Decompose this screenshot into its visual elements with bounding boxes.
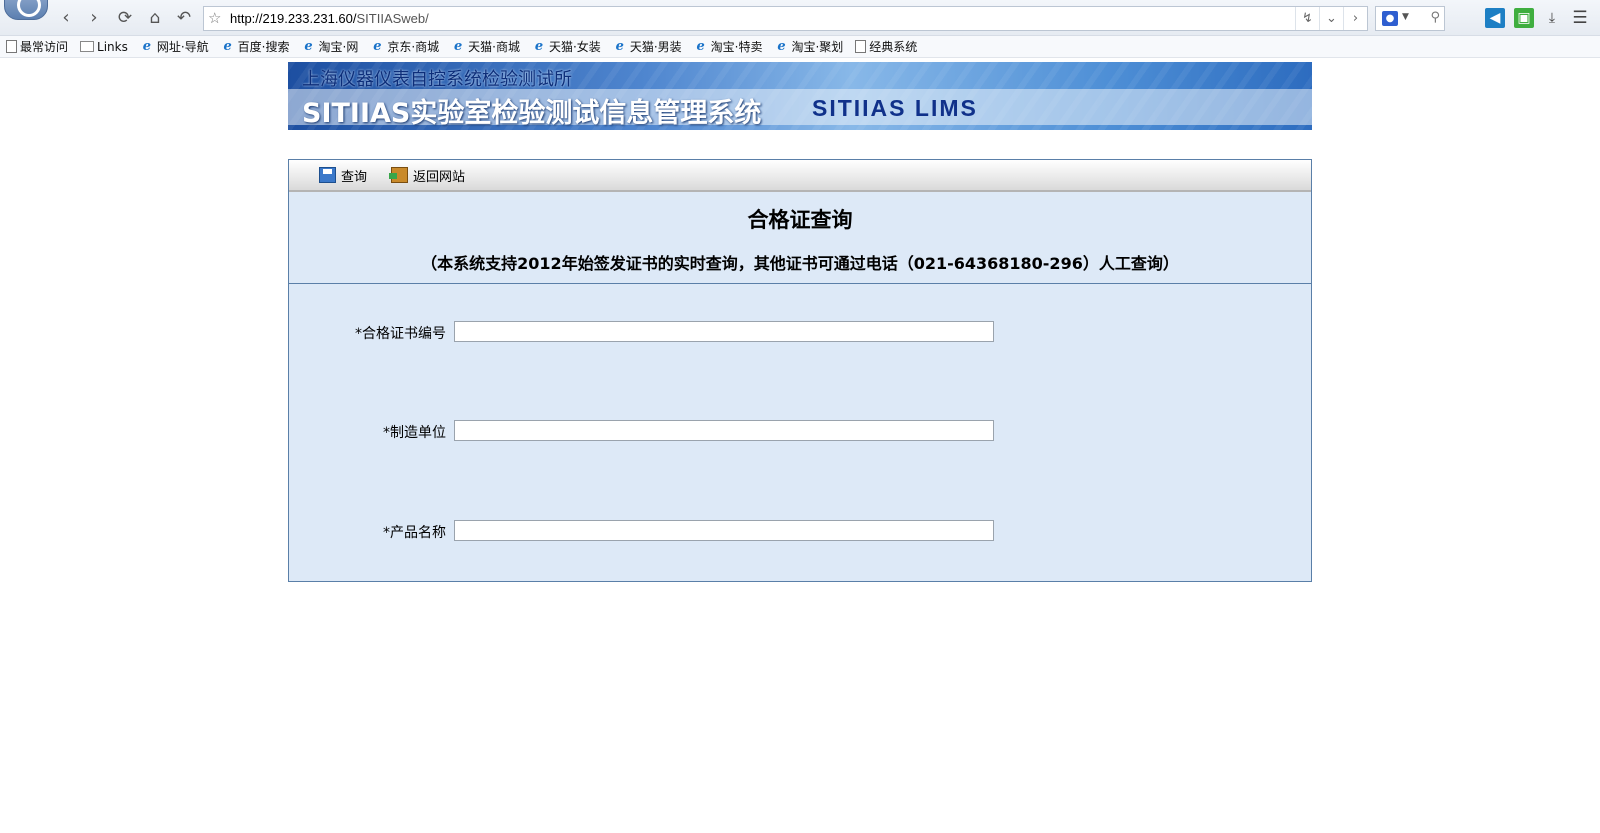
query-icon	[319, 167, 336, 183]
bookmark-label: Links	[97, 39, 128, 54]
bookmark-label: 天猫·商城	[468, 40, 520, 54]
bookmark-item[interactable]: e 淘宝·网	[302, 38, 359, 55]
ie-icon: e	[142, 39, 151, 54]
bookmark-item[interactable]: 经典系统	[855, 38, 917, 55]
bookmark-label: 经典系统	[869, 40, 918, 54]
bookmark-label: 淘宝·网	[318, 40, 359, 54]
url-host: http://219.233.231.60/	[230, 11, 357, 26]
lightning-icon[interactable]: ↯	[1295, 7, 1319, 30]
bookmark-label: 百度·搜索	[237, 40, 290, 54]
certificate-query-panel: 查询 返回网站 合格证查询 （本系统支持2012年始签发证书的实时查询，其他证书…	[288, 159, 1312, 582]
product-name-label: *产品名称	[383, 525, 446, 541]
panel-header: 合格证查询 （本系统支持2012年始签发证书的实时查询，其他证书可通过电话（02…	[289, 194, 1311, 284]
bookmarks-bar: 最常访问 Links e 网址·导航 e 百度·搜索 e 淘宝·网 e 京东·商城 e天…	[0, 36, 1600, 58]
query-button[interactable]: 查询	[319, 166, 367, 185]
bookmark-item[interactable]: 最常访问	[6, 38, 68, 55]
banner-title: SITIIAS实验室检验测试信息管理系统	[302, 98, 762, 129]
page-icon	[855, 40, 867, 53]
manufacturer-input[interactable]	[454, 420, 994, 441]
page-title: 合格证查询	[747, 208, 853, 232]
bookmark-item[interactable]: e 网址·导航	[140, 38, 209, 55]
dropdown-icon[interactable]: ⌄	[1319, 7, 1343, 30]
form-row-manufacturer: *制造单位	[289, 420, 1311, 442]
undo-icon[interactable]: ↶	[172, 6, 196, 30]
page-icon	[6, 40, 17, 53]
bookmark-item[interactable]: e 天猫·商城	[451, 38, 520, 55]
bookmark-item[interactable]: e 淘宝·特卖	[694, 38, 763, 55]
banner-institute: 上海仪器仪表自控系统检验测试所	[302, 69, 572, 90]
bookmark-item[interactable]: e 天猫·女装	[532, 38, 601, 55]
menu-icon[interactable]: ☰	[1570, 8, 1590, 28]
share-icon[interactable]: ◀	[1485, 8, 1505, 28]
form-row-product-name: *产品名称	[289, 520, 1311, 542]
banner-lims: SITIIAS LIMS	[812, 95, 978, 121]
refresh-icon[interactable]: ⟳	[113, 6, 137, 30]
forward-icon[interactable]: ›	[82, 6, 106, 30]
ie-icon: e	[615, 39, 624, 54]
browser-logo-button[interactable]	[4, 0, 48, 20]
certificate-number-input[interactable]	[454, 321, 994, 342]
bookmark-label: 天猫·女装	[548, 40, 601, 54]
browser-toolbar: ‹ › ⟳ ⌂ ↶ ☆ http://219.233.231.60/SITIIA…	[0, 0, 1600, 36]
page-subtitle: （本系统支持2012年始签发证书的实时查询，其他证书可通过电话（021-6436…	[421, 254, 1179, 273]
ie-icon: e	[777, 39, 786, 54]
bookmark-label: 网址·导航	[156, 40, 209, 54]
star-icon[interactable]: ☆	[208, 9, 221, 27]
folder-icon	[80, 41, 95, 52]
baidu-paw-icon[interactable]: ●	[1382, 11, 1398, 26]
ie-icon: e	[696, 39, 705, 54]
bookmark-item[interactable]: e 天猫·男装	[613, 38, 682, 55]
return-label: 返回网站	[413, 169, 466, 185]
return-icon	[389, 167, 409, 183]
crop-icon[interactable]: ▣	[1514, 8, 1534, 28]
back-icon[interactable]: ‹	[54, 6, 78, 30]
ie-icon: e	[454, 39, 463, 54]
bookmark-item[interactable]: e 京东·商城	[370, 38, 439, 55]
download-icon[interactable]: ⤓	[1542, 8, 1562, 28]
query-label: 查询	[341, 169, 368, 185]
bookmark-label: 京东·商城	[387, 40, 440, 54]
product-name-input[interactable]	[454, 520, 994, 541]
ie-icon: e	[534, 39, 544, 54]
address-url[interactable]: http://219.233.231.60/SITIIASweb/	[230, 11, 429, 26]
search-icon[interactable]: ⚲	[1430, 10, 1440, 25]
certificate-number-label: *合格证书编号	[355, 326, 446, 342]
address-tools: ↯ ⌄ ›	[1295, 7, 1367, 30]
return-website-button[interactable]: 返回网站	[389, 166, 466, 185]
bookmark-label: 淘宝·聚划	[791, 40, 844, 54]
ie-icon: e	[373, 39, 382, 54]
bookmark-item[interactable]: Links	[80, 40, 128, 54]
panel-toolbar: 查询 返回网站	[289, 160, 1311, 192]
bookmark-label: 天猫·男装	[629, 40, 682, 54]
bookmark-label: 淘宝·特卖	[710, 40, 763, 54]
ie-icon: e	[223, 39, 232, 54]
search-box[interactable]: ● ▼ ⚲	[1375, 6, 1445, 31]
form-row-certificate-number: *合格证书编号	[289, 321, 1311, 343]
bookmark-item[interactable]: e 百度·搜索	[221, 38, 290, 55]
ie-icon: e	[304, 39, 313, 54]
manufacturer-label: *制造单位	[383, 425, 446, 441]
next-icon[interactable]: ›	[1343, 7, 1367, 30]
home-icon[interactable]: ⌂	[143, 6, 167, 30]
bookmark-label: 最常访问	[20, 40, 69, 54]
site-banner: 上海仪器仪表自控系统检验测试所 SITIIAS实验室检验测试信息管理系统 SIT…	[288, 62, 1312, 130]
url-path: SITIIASweb/	[356, 11, 429, 26]
address-bar[interactable]: ☆ http://219.233.231.60/SITIIASweb/ ↯ ⌄ …	[203, 6, 1368, 31]
bookmark-item[interactable]: e 淘宝·聚划	[774, 38, 843, 55]
caret-down-icon[interactable]: ▼	[1402, 12, 1409, 22]
